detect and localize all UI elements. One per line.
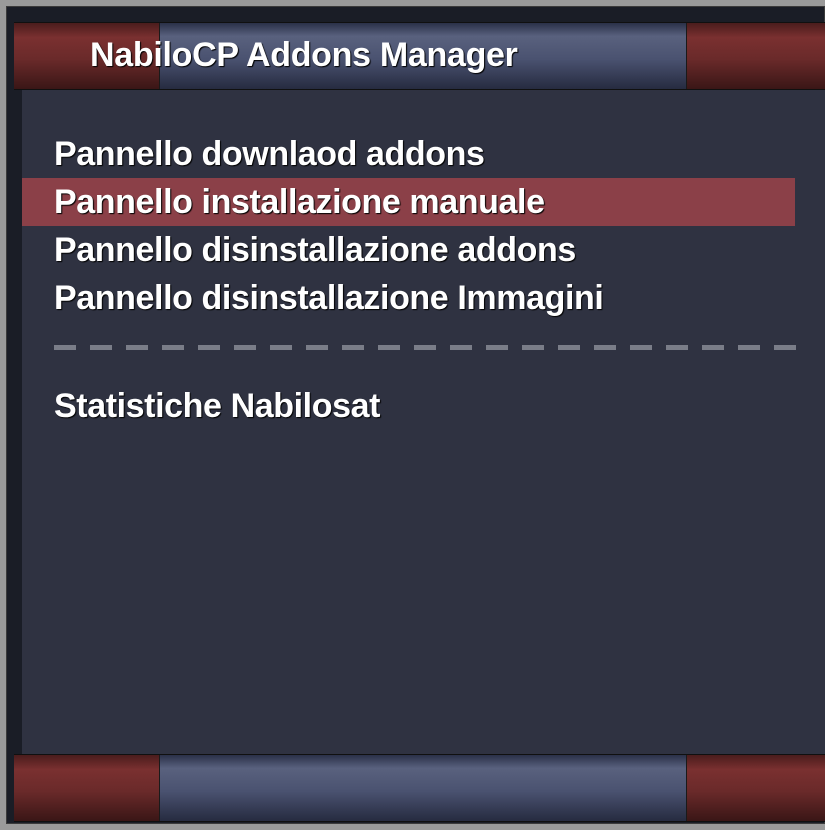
menu-separator (54, 345, 796, 350)
menu-item-statistics[interactable]: Statistiche Nabilosat (22, 382, 795, 430)
title-bar-right-segment (687, 23, 825, 89)
bottom-bar-center-segment (159, 755, 687, 821)
window-title: NabiloCP Addons Manager (90, 36, 518, 74)
menu-item-uninstall-images[interactable]: Pannello disinstallazione Immagini (22, 274, 795, 322)
menu-panel: Pannello downlaod addons Pannello instal… (22, 90, 825, 754)
menu-extra-list: Statistiche Nabilosat (22, 382, 795, 430)
bottom-bar-right-segment (687, 755, 825, 821)
menu-item-uninstall-addons[interactable]: Pannello disinstallazione addons (22, 226, 795, 274)
menu-list: Pannello downlaod addons Pannello instal… (22, 130, 795, 322)
bottom-bar (14, 754, 825, 822)
bottom-bar-left-segment (14, 755, 159, 821)
menu-item-manual-install[interactable]: Pannello installazione manuale (22, 178, 795, 226)
menu-item-download-addons[interactable]: Pannello downlaod addons (22, 130, 795, 178)
